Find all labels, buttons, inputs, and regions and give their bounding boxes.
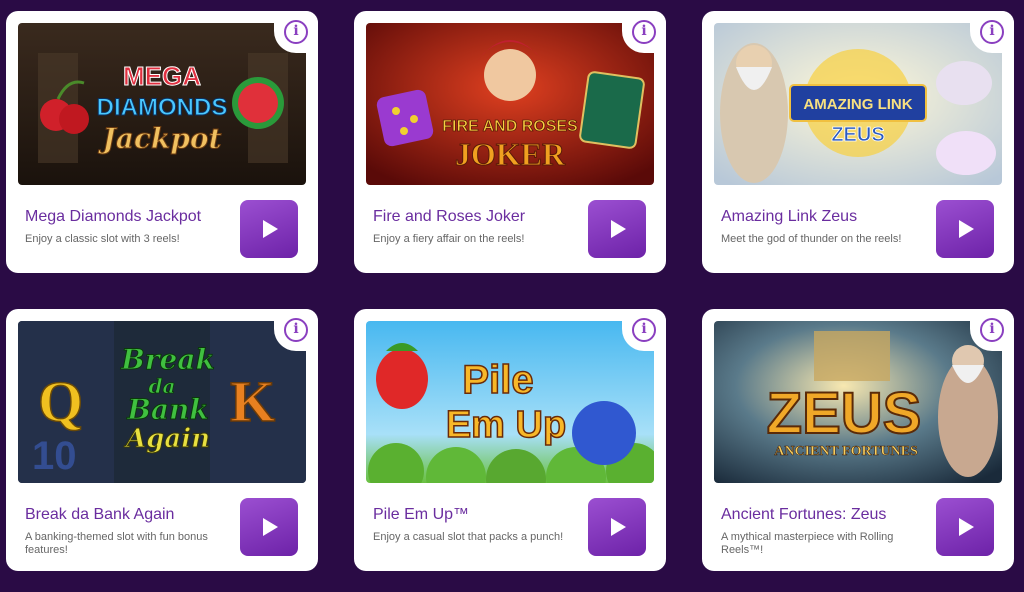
art-title-line: JOKER [455, 136, 566, 172]
game-card[interactable]: MEGA DIAMONDS Jackpot i Mega Diamonds Ja… [6, 11, 318, 273]
art-title-line: AMAZING LINK [803, 96, 912, 113]
info-tab: i [622, 309, 666, 351]
game-card[interactable]: AMAZING LINK ZEUS i Amazing Link Zeus Me… [702, 11, 1014, 273]
play-icon [959, 518, 974, 536]
game-grid: MEGA DIAMONDS Jackpot i Mega Diamonds Ja… [0, 0, 1024, 592]
game-thumbnail[interactable]: ZEUS ANCIENT FORTUNES [714, 321, 1002, 483]
game-description: Meet the god of thunder on the reels! [721, 233, 902, 245]
game-thumbnail[interactable]: AMAZING LINK ZEUS [714, 23, 1002, 185]
game-thumbnail[interactable]: MEGA DIAMONDS Jackpot [18, 23, 306, 185]
info-icon[interactable]: i [980, 20, 1004, 44]
game-description: Enjoy a classic slot with 3 reels! [25, 233, 180, 245]
play-button[interactable] [588, 200, 646, 258]
art-title-line: FIRE AND ROSES [442, 118, 578, 135]
info-icon[interactable]: i [284, 20, 308, 44]
info-tab: i [274, 11, 318, 53]
game-title: Mega Diamonds Jackpot [25, 208, 202, 225]
game-thumbnail[interactable]: 10 Q K Break da Bank Again [18, 321, 306, 483]
game-card[interactable]: 10 Q K Break da Bank Again i Break da Ba… [6, 309, 318, 571]
svg-text:K: K [230, 369, 275, 434]
art-title-line: Jackpot [97, 122, 221, 155]
info-icon[interactable]: i [284, 318, 308, 342]
game-description: Enjoy a casual slot that packs a punch! [373, 531, 564, 543]
game-title: Ancient Fortunes: Zeus [721, 506, 887, 523]
info-icon[interactable]: i [980, 318, 1004, 342]
info-icon[interactable]: i [632, 20, 656, 44]
art-title-line: ANCIENT FORTUNES [774, 444, 918, 459]
art-title-line: MEGA [123, 61, 201, 91]
game-title: Break da Bank Again [25, 506, 175, 523]
art-title-line: Pile [462, 358, 533, 402]
play-button[interactable] [936, 200, 994, 258]
game-title: Fire and Roses Joker [373, 208, 526, 225]
game-title: Amazing Link Zeus [721, 208, 858, 225]
info-tab: i [970, 11, 1014, 53]
play-icon [263, 220, 278, 238]
play-icon [959, 220, 974, 238]
svg-text:10: 10 [32, 434, 77, 478]
play-button[interactable] [240, 498, 298, 556]
game-thumbnail[interactable]: FIRE AND ROSES JOKER [366, 23, 654, 185]
game-description: Enjoy a fiery affair on the reels! [373, 233, 525, 245]
info-icon[interactable]: i [632, 318, 656, 342]
art-title-line: Bank [126, 393, 209, 426]
info-tab: i [274, 309, 318, 351]
play-icon [611, 220, 626, 238]
art-title-line: ZEUS [767, 381, 922, 446]
art-title-line: Again [123, 424, 210, 454]
game-description: A mythical masterpiece with Rolling Reel… [721, 531, 894, 556]
art-title-line: ZEUS [831, 124, 884, 146]
play-button[interactable] [936, 498, 994, 556]
info-tab: i [622, 11, 666, 53]
art-title-line: DIAMONDS [97, 94, 228, 121]
svg-text:Q: Q [38, 369, 83, 434]
game-card[interactable]: ZEUS ANCIENT FORTUNES i Ancient Fortunes… [702, 309, 1014, 571]
game-thumbnail[interactable]: Pile Em Up [366, 321, 654, 483]
play-button[interactable] [588, 498, 646, 556]
art-title-line: Break [120, 343, 215, 376]
art-title-line: Em Up [446, 404, 566, 446]
game-card[interactable]: FIRE AND ROSES JOKER i Fire and Roses Jo… [354, 11, 666, 273]
game-title: Pile Em Up™ [373, 506, 470, 523]
info-tab: i [970, 309, 1014, 351]
play-icon [263, 518, 278, 536]
play-button[interactable] [240, 200, 298, 258]
game-card[interactable]: Pile Em Up i Pile Em Up™ Enjoy a casual … [354, 309, 666, 571]
play-icon [611, 518, 626, 536]
game-description: A banking-themed slot with fun bonus fea… [25, 531, 208, 556]
